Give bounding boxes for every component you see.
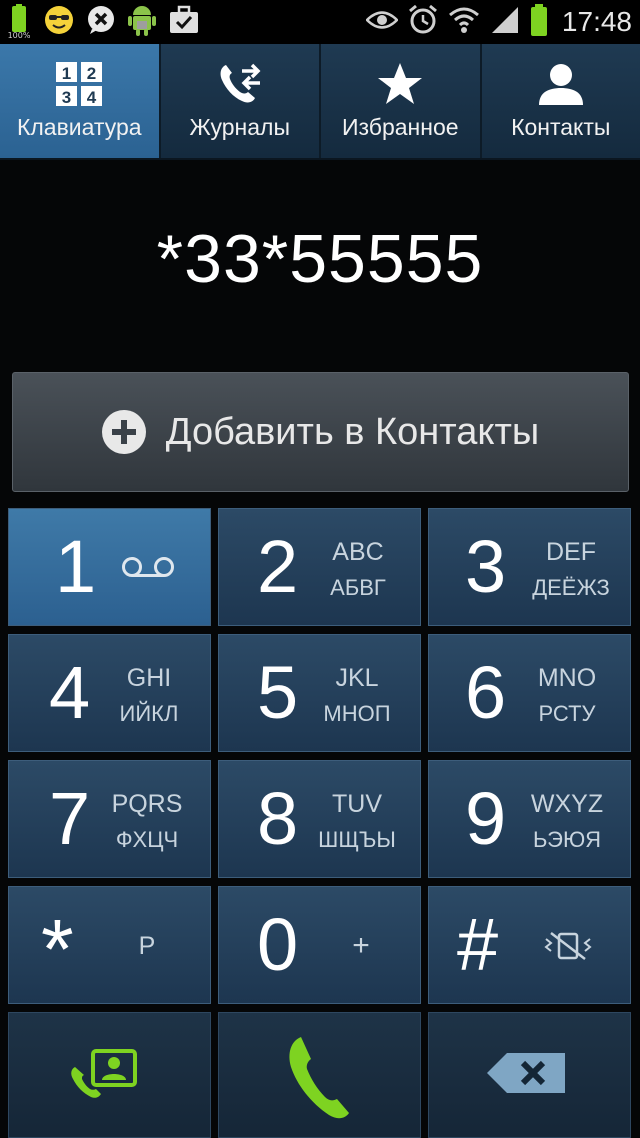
key-latin: GHI (126, 664, 172, 692)
call-log-icon (216, 60, 264, 108)
key-cyrillic: ШЩЪЫ (318, 827, 396, 852)
contacts-call-icon (69, 1047, 139, 1107)
vibrate-off-icon (543, 931, 593, 965)
status-bar-right: 17:48 (365, 4, 632, 40)
phone-call-icon (283, 1033, 355, 1125)
alarm-icon (408, 4, 438, 40)
key-2[interactable]: 2 ABC АБВГ (218, 508, 421, 626)
key-cyrillic: ЬЭЮЯ (532, 827, 602, 852)
key-digit: 7 (49, 777, 91, 860)
keypad-icon: 1 2 3 4 (55, 60, 103, 108)
contacts-call-button[interactable] (8, 1012, 211, 1138)
key-cyrillic: ДЕЁЖЗ (532, 575, 610, 600)
key-digit: 6 (465, 651, 507, 734)
android-icon (128, 3, 156, 41)
key-digit: 3 (465, 525, 507, 608)
keypad-icon-digit-2: 2 (87, 64, 96, 83)
key-7[interactable]: 7 PQRS ФХЦЧ (8, 760, 211, 878)
key-latin: PQRS (111, 790, 183, 818)
key-1[interactable]: 1 (8, 508, 211, 626)
tab-contacts[interactable]: Контакты (482, 44, 640, 158)
tab-label-favorites: Избранное (341, 114, 459, 140)
key-latin: WXYZ (530, 790, 604, 818)
key-cyrillic: ФХЦЧ (115, 827, 179, 852)
key-digit: * (41, 902, 74, 996)
key-0[interactable]: 0 + (218, 886, 421, 1004)
tab-logs[interactable]: Журналы (161, 44, 321, 158)
key-latin: TUV (332, 790, 382, 818)
key-latin: ABC (332, 538, 384, 566)
key-digit: 9 (465, 777, 507, 860)
battery-100-icon: 100% (6, 4, 32, 40)
star-icon (376, 60, 424, 108)
tab-bar: 1 2 3 4 Клавиатура Журналы Избранное Кон… (0, 44, 640, 160)
tab-label-logs: Журналы (189, 114, 290, 140)
key-latin: MNO (537, 664, 597, 692)
key-digit: 2 (257, 525, 299, 608)
call-button[interactable] (218, 1012, 421, 1138)
key-cyrillic: АБВГ (330, 575, 386, 600)
key-digit: 1 (55, 525, 97, 608)
tab-label-keypad: Клавиатура (16, 114, 142, 140)
battery-small-label: 100% (7, 31, 31, 40)
wifi-icon (448, 5, 480, 39)
tab-favorites[interactable]: Избранное (321, 44, 482, 158)
voicemail-icon (121, 555, 175, 583)
key-star[interactable]: * P (8, 886, 211, 1004)
key-digit: 0 (257, 903, 299, 986)
signal-icon (490, 5, 520, 39)
key-latin: DEF (546, 538, 596, 566)
key-digit: 8 (257, 777, 299, 860)
backspace-button[interactable] (428, 1012, 631, 1138)
status-time: 17:48 (561, 6, 632, 37)
briefcase-check-icon (168, 5, 200, 39)
sunglasses-smiley-icon (44, 5, 74, 39)
key-cyrillic: МНОП (323, 701, 391, 726)
key-6[interactable]: 6 MNO РСТУ (428, 634, 631, 752)
person-icon (537, 60, 585, 108)
dialed-number[interactable]: *33*55555 (0, 220, 640, 298)
key-digit: 4 (49, 651, 91, 734)
key-digit: 5 (257, 651, 299, 734)
status-bar-left: 100% (6, 4, 200, 40)
battery-icon (530, 4, 548, 40)
key-5[interactable]: 5 JKL МНОП (218, 634, 421, 752)
key-cyrillic: РСТУ (538, 701, 596, 726)
plus-circle-icon (101, 410, 146, 454)
keypad-icon-digit-3: 3 (62, 88, 71, 107)
tab-label-contacts: Контакты (511, 114, 611, 140)
key-cyrillic: ИЙКЛ (119, 701, 179, 726)
status-bar: 100% 17:48 (0, 0, 640, 44)
backspace-icon (485, 1051, 569, 1099)
key-sub: + (352, 929, 370, 962)
key-4[interactable]: 4 GHI ИЙКЛ (8, 634, 211, 752)
key-digit: # (457, 903, 499, 986)
add-to-contacts-button[interactable]: Добавить в Контакты (12, 372, 629, 492)
chat-x-icon (86, 5, 116, 39)
key-hash[interactable]: # (428, 886, 631, 1004)
tab-keypad[interactable]: 1 2 3 4 Клавиатура (0, 44, 161, 158)
key-3[interactable]: 3 DEF ДЕЁЖЗ (428, 508, 631, 626)
add-to-contacts-label: Добавить в Контакты (165, 410, 540, 453)
key-sub: P (138, 932, 156, 960)
key-8[interactable]: 8 TUV ШЩЪЫ (218, 760, 421, 878)
keypad-icon-digit-1: 1 (62, 64, 71, 83)
keypad-icon-digit-4: 4 (87, 88, 97, 107)
eye-icon (365, 9, 399, 35)
key-9[interactable]: 9 WXYZ ЬЭЮЯ (428, 760, 631, 878)
key-latin: JKL (335, 664, 379, 692)
